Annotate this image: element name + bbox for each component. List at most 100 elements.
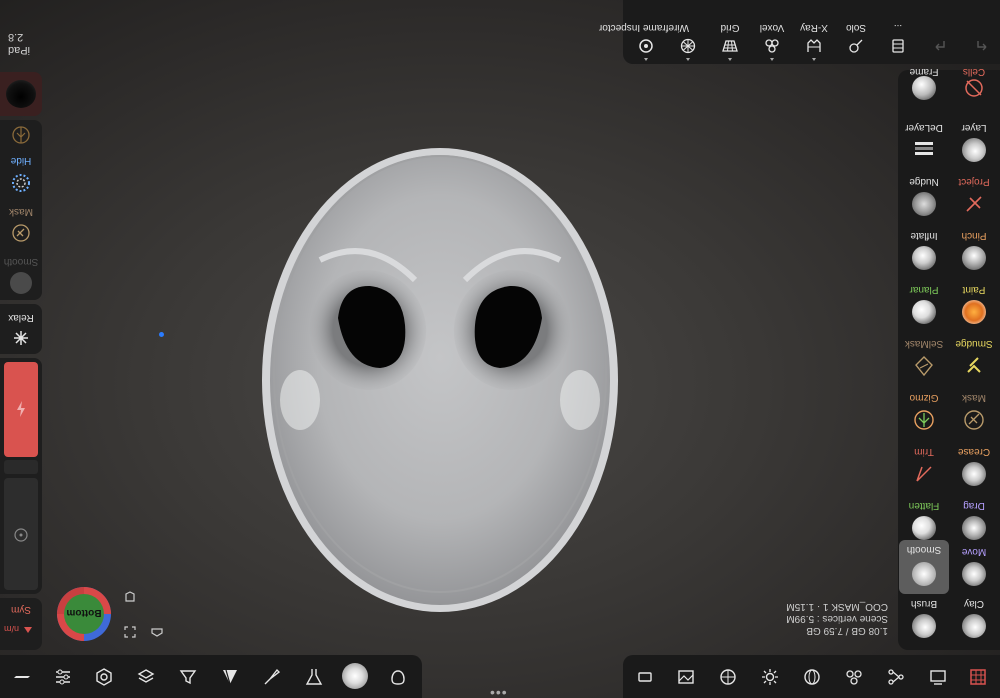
- mask-icon[interactable]: [10, 222, 32, 244]
- store-icon[interactable]: [968, 667, 988, 687]
- layers-icon: [892, 39, 904, 53]
- sym-button[interactable]: Sym n/m: [0, 598, 42, 650]
- tab-grid[interactable]: Grid: [707, 0, 753, 64]
- camera-icon[interactable]: [150, 626, 164, 638]
- cells-icon: [965, 79, 983, 97]
- intensity-slider[interactable]: [4, 478, 38, 590]
- stack-icon[interactable]: [136, 667, 156, 687]
- pinch-label: Pinch: [961, 230, 987, 241]
- sun-icon[interactable]: [760, 667, 780, 687]
- brush-mask[interactable]: Mask: [949, 392, 999, 446]
- flatten-brush-icon: [912, 516, 936, 540]
- scene-object-name[interactable]: COO_MASK 1 · 1.15M: [768, 600, 888, 612]
- tag-icon[interactable]: [635, 667, 655, 687]
- brush-paint[interactable]: Paint: [949, 284, 999, 338]
- trim-icon: [916, 466, 932, 482]
- project-label: Project: [958, 176, 990, 187]
- xray-label: X-Ray: [800, 22, 828, 33]
- brush-smooth[interactable]: Smooth: [899, 540, 949, 594]
- active-brush-button[interactable]: [342, 663, 368, 689]
- drag-brush-icon: [962, 516, 986, 540]
- project-icon: [966, 196, 982, 212]
- brush-selmask[interactable]: SelMask: [899, 338, 949, 392]
- relax-button[interactable]: Relax: [0, 304, 42, 354]
- wireframe-icon: [680, 38, 696, 54]
- layer-label: Layer: [961, 122, 987, 133]
- smudge-label: Smudge: [955, 338, 993, 349]
- nudge-brush-icon: [912, 192, 936, 216]
- size-slider[interactable]: [4, 362, 38, 457]
- brush-smudge[interactable]: Smudge: [949, 338, 999, 392]
- flask-icon[interactable]: [304, 667, 324, 687]
- caret-icon: [644, 58, 648, 61]
- frame-view-icon[interactable]: [124, 626, 136, 638]
- brush-preview-box[interactable]: [0, 72, 42, 116]
- paint-brush-icon: [962, 300, 986, 324]
- planar-brush-icon: [912, 300, 936, 324]
- globe-icon[interactable]: [802, 667, 822, 687]
- brush-layer[interactable]: Layer: [949, 122, 999, 176]
- brush-frame[interactable]: Frame: [899, 66, 949, 126]
- brush-brush-icon: [912, 614, 936, 638]
- smooth-label: Smooth: [906, 544, 942, 555]
- relax-icon: [14, 331, 28, 345]
- funnel-icon[interactable]: [178, 667, 198, 687]
- brush-brush[interactable]: Brush: [899, 598, 949, 652]
- voxel-label: Voxel: [759, 22, 785, 33]
- brush-pinch[interactable]: Pinch: [949, 230, 999, 284]
- sliders-icon[interactable]: [53, 667, 73, 687]
- hide-icon[interactable]: [10, 172, 32, 194]
- smooth-left-icon[interactable]: [10, 272, 32, 294]
- clay-brush-icon: [962, 614, 986, 638]
- redo-button[interactable]: [959, 0, 1000, 64]
- brush-clay[interactable]: Clay: [949, 598, 999, 652]
- left-tool-panel: Hide Mask Smooth: [0, 120, 42, 300]
- settings-icon[interactable]: [94, 667, 114, 687]
- scene-memory: 1.08 GB / 7.59 GB: [806, 625, 888, 636]
- move-brush-icon: [962, 562, 986, 586]
- brush-trim[interactable]: Trim: [899, 446, 949, 500]
- tab-solo[interactable]: Solo: [833, 0, 879, 64]
- device-info: iPad 2.8: [8, 30, 30, 56]
- tab-xray[interactable]: X-Ray: [791, 0, 837, 64]
- crease-label: Crease: [957, 446, 991, 457]
- brush-crease[interactable]: Crease: [949, 446, 999, 500]
- more-dots[interactable]: •••: [490, 684, 508, 698]
- material-icon[interactable]: [220, 667, 240, 687]
- brush-inflate[interactable]: Inflate: [899, 230, 949, 284]
- delayer-label: DeLayer: [905, 122, 943, 133]
- sphere-grid-icon[interactable]: [718, 667, 738, 687]
- layers-button[interactable]: ...: [875, 0, 921, 64]
- caret-icon: [812, 58, 816, 61]
- nav-cube[interactable]: Bottom: [56, 586, 112, 642]
- mask-model[interactable]: [250, 140, 630, 620]
- nodes-icon[interactable]: [886, 667, 906, 687]
- cluster-icon[interactable]: [844, 667, 864, 687]
- brush-label: Brush: [910, 598, 938, 609]
- stroke-icon[interactable]: [10, 124, 32, 146]
- sym-caret-icon: [24, 627, 32, 633]
- flatten-label: Flatten: [908, 500, 940, 511]
- tab-voxel[interactable]: Voxel: [749, 0, 795, 64]
- cells-label: Cells: [962, 66, 986, 77]
- nudge-label: Nudge: [909, 176, 939, 187]
- target-icon: [14, 528, 28, 542]
- brush-nudge[interactable]: Nudge: [899, 176, 949, 230]
- ortho-icon[interactable]: [124, 591, 136, 603]
- brush-panel: Frame Cells DeLayer Layer Nudge Project …: [898, 66, 1000, 652]
- brush-gizmo[interactable]: Gizmo: [899, 392, 949, 446]
- grab-icon[interactable]: [388, 667, 408, 687]
- tab-wireframe[interactable]: [665, 0, 711, 64]
- paint-brush-icon[interactable]: [262, 667, 282, 687]
- brush-cells[interactable]: Cells: [949, 66, 999, 126]
- brush-move[interactable]: Move: [949, 546, 999, 600]
- brush-project[interactable]: Project: [949, 176, 999, 230]
- image-icon[interactable]: [676, 667, 696, 687]
- brush-delayer[interactable]: DeLayer: [899, 122, 949, 176]
- tab-wireframe-inspector[interactable]: Wireframe Inspector: [599, 0, 689, 64]
- undo-button[interactable]: [917, 0, 963, 64]
- pencil-icon[interactable]: [12, 667, 32, 687]
- selmask-icon: [915, 356, 933, 377]
- brush-planar[interactable]: Planar: [899, 284, 949, 338]
- window-icon[interactable]: [928, 667, 948, 687]
